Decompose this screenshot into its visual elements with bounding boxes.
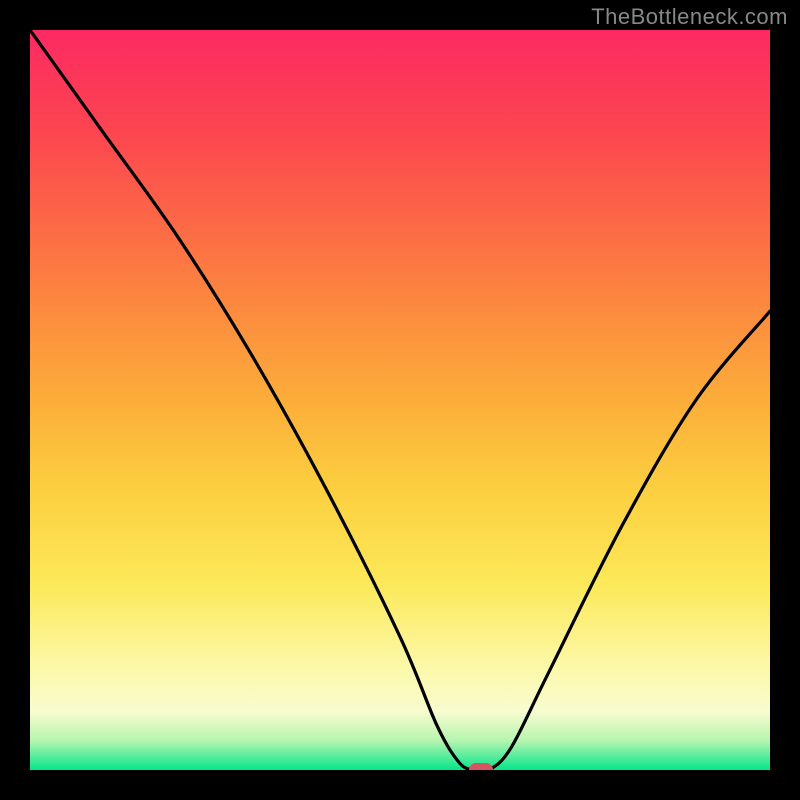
bottleneck-curve	[30, 30, 770, 770]
plot-area	[30, 30, 770, 770]
chart-frame: TheBottleneck.com	[0, 0, 800, 800]
watermark-text: TheBottleneck.com	[591, 4, 788, 30]
min-marker	[469, 763, 493, 770]
curve-path	[30, 30, 770, 770]
